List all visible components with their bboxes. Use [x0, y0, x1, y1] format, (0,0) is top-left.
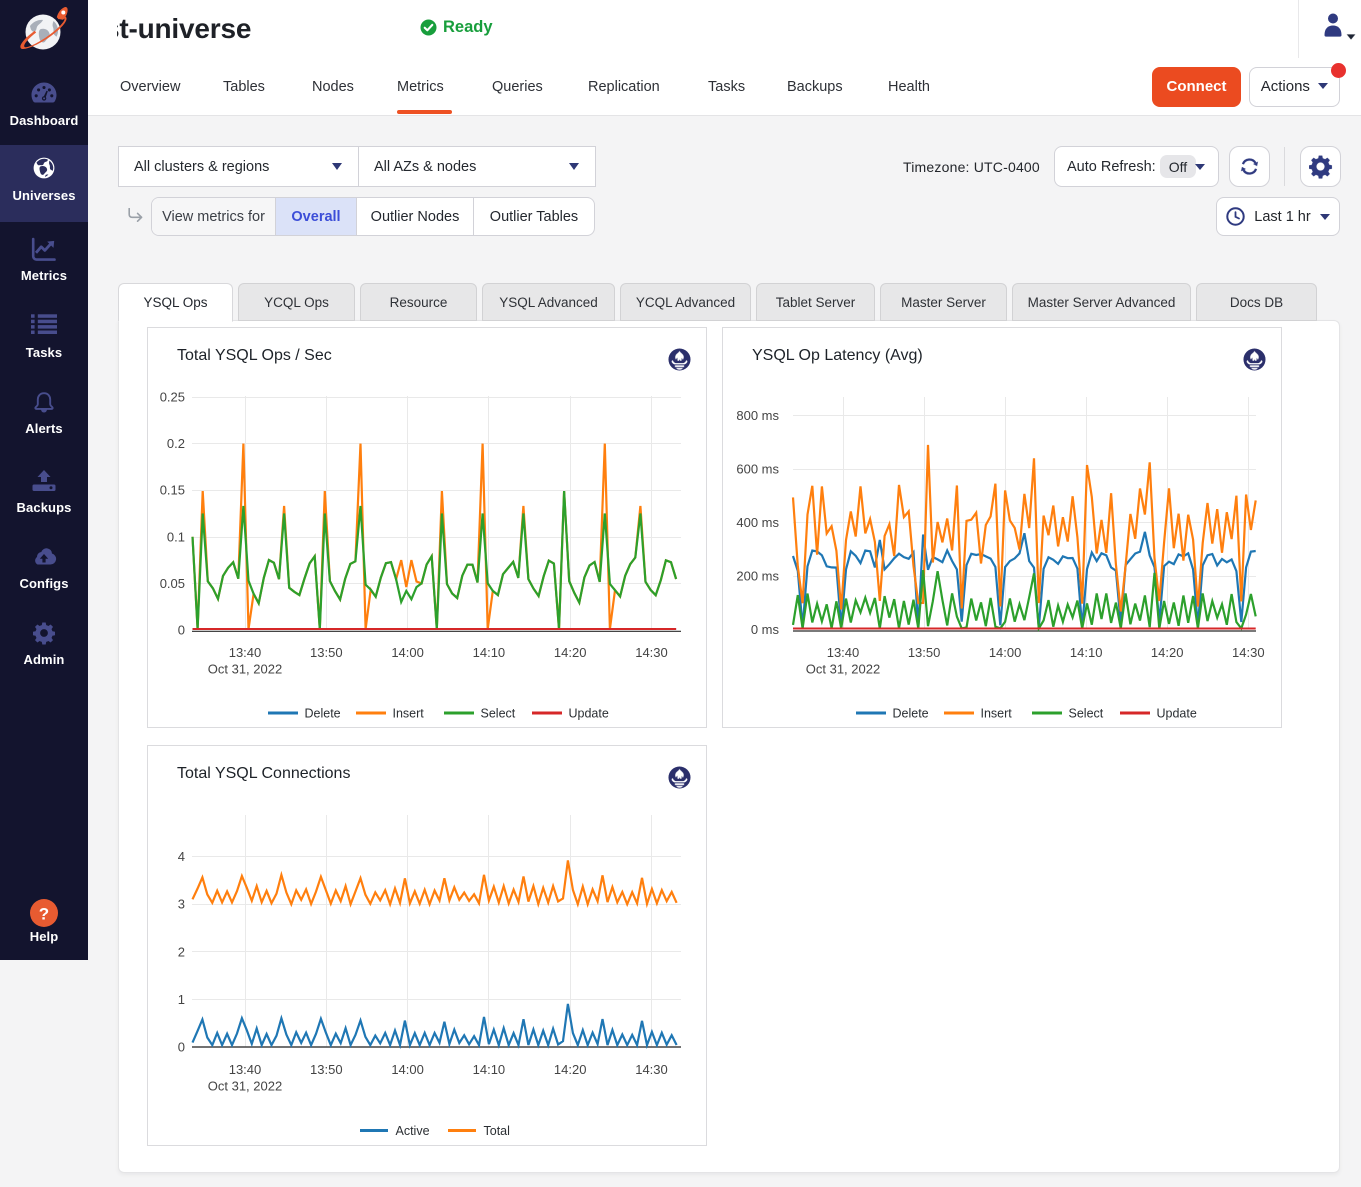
svg-text:Oct 31, 2022: Oct 31, 2022 [208, 1079, 282, 1094]
svg-text:0.2: 0.2 [167, 436, 185, 451]
svg-text:13:40: 13:40 [229, 645, 262, 660]
svg-text:13:40: 13:40 [827, 645, 860, 660]
svg-text:14:20: 14:20 [1151, 645, 1184, 660]
svg-text:13:50: 13:50 [908, 645, 941, 660]
svg-text:14:00: 14:00 [391, 645, 424, 660]
svg-text:Delete: Delete [305, 707, 341, 721]
svg-text:0: 0 [178, 623, 185, 638]
svg-text:14:00: 14:00 [391, 1062, 424, 1077]
svg-text:Delete: Delete [893, 707, 929, 721]
svg-text:1: 1 [178, 992, 185, 1007]
svg-text:Select: Select [1069, 707, 1104, 721]
svg-text:Active: Active [396, 1124, 430, 1138]
svg-text:Oct 31, 2022: Oct 31, 2022 [208, 662, 282, 677]
svg-text:Oct 31, 2022: Oct 31, 2022 [806, 662, 880, 677]
svg-text:0.1: 0.1 [167, 529, 185, 544]
svg-text:0.05: 0.05 [160, 576, 185, 591]
svg-text:0.25: 0.25 [160, 389, 185, 404]
svg-text:14:10: 14:10 [1070, 645, 1103, 660]
svg-text:?: ? [39, 905, 49, 924]
svg-text:14:30: 14:30 [635, 1062, 668, 1077]
svg-text:Update: Update [1157, 707, 1197, 721]
svg-text:Total: Total [484, 1124, 510, 1138]
svg-text:13:40: 13:40 [229, 1062, 262, 1077]
svg-text:14:10: 14:10 [473, 645, 506, 660]
svg-text:13:50: 13:50 [310, 645, 343, 660]
svg-text:Update: Update [569, 707, 609, 721]
svg-text:2: 2 [178, 944, 185, 959]
svg-text:0.15: 0.15 [160, 483, 185, 498]
svg-text:14:20: 14:20 [554, 1062, 587, 1077]
svg-text:14:00: 14:00 [989, 645, 1022, 660]
svg-text:Insert: Insert [981, 707, 1013, 721]
svg-text:4: 4 [178, 849, 185, 864]
svg-text:400 ms: 400 ms [736, 515, 779, 530]
svg-text:13:50: 13:50 [310, 1062, 343, 1077]
svg-text:14:30: 14:30 [1232, 645, 1265, 660]
svg-text:Select: Select [481, 707, 516, 721]
svg-text:14:20: 14:20 [554, 645, 587, 660]
svg-text:600 ms: 600 ms [736, 462, 779, 477]
svg-text:3: 3 [178, 897, 185, 912]
svg-text:Insert: Insert [393, 707, 425, 721]
svg-text:0: 0 [178, 1040, 185, 1055]
svg-text:800 ms: 800 ms [736, 408, 779, 423]
svg-text:200 ms: 200 ms [736, 569, 779, 584]
svg-text:0 ms: 0 ms [751, 622, 780, 637]
svg-text:14:10: 14:10 [473, 1062, 506, 1077]
svg-text:14:30: 14:30 [635, 645, 668, 660]
